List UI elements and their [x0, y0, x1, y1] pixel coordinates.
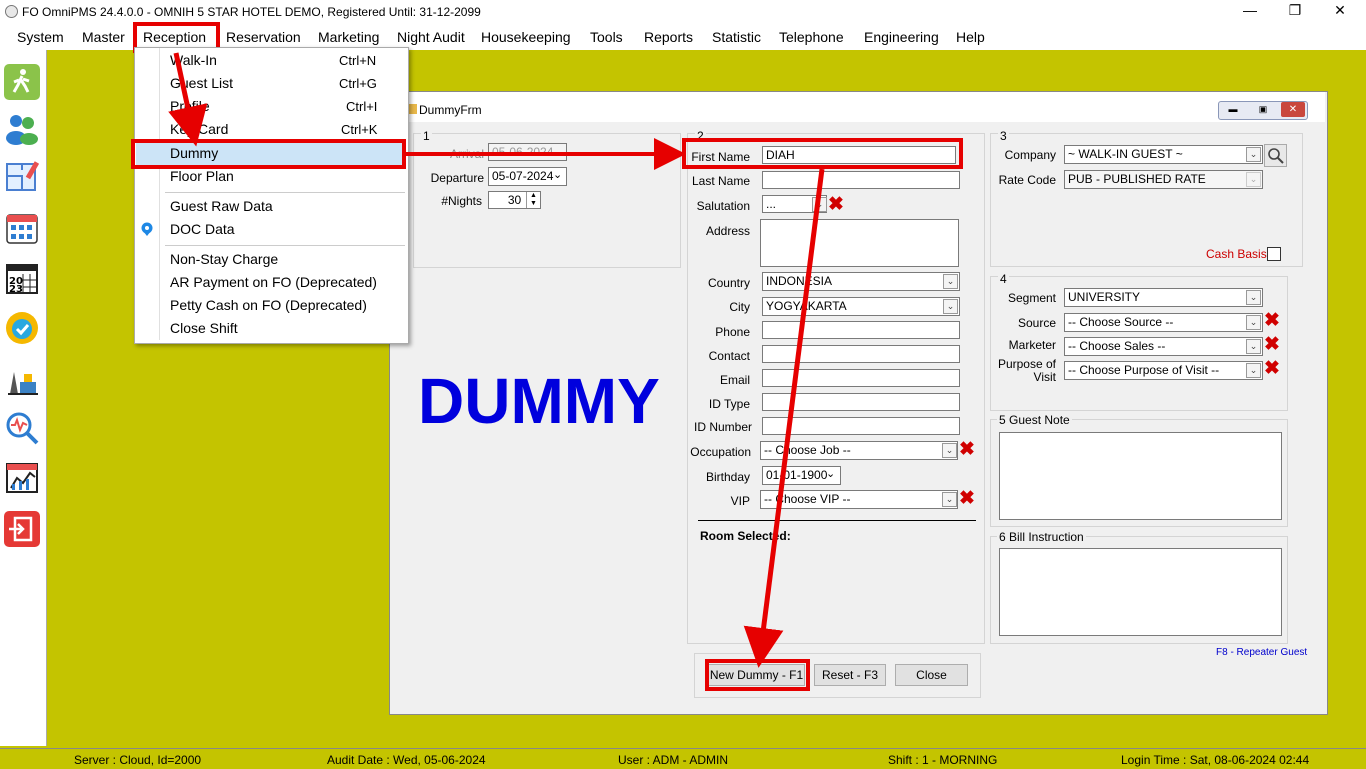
status-audit-date: Audit Date : Wed, 05-06-2024	[327, 753, 486, 767]
status-user: User : ADM - ADMIN	[618, 753, 729, 767]
status-login-time: Login Time : Sat, 08-06-2024 02:44	[1121, 753, 1310, 767]
arrow-reception-to-dummy	[168, 52, 208, 147]
arrow-first-name-to-new-dummy	[743, 168, 825, 668]
annotation-arrows	[168, 52, 825, 668]
status-shift: Shift : 1 - MORNING	[888, 753, 998, 767]
status-server: Server : Cloud, Id=2000	[74, 753, 202, 767]
